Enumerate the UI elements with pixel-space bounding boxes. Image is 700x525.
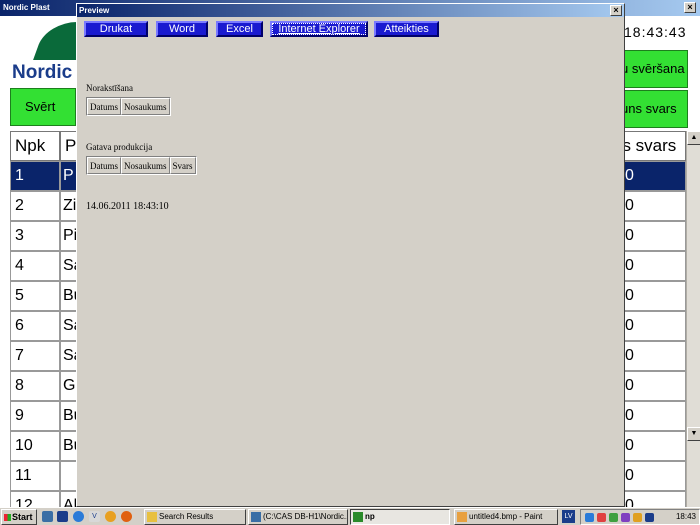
task-cas-db[interactable]: (C:\CAS DB-H1\Nordic... [248, 509, 348, 525]
cell-npk: 9 [10, 401, 60, 431]
scroll-up-icon[interactable]: ▲ [687, 131, 700, 145]
col-nosaukums: Nosaukums [121, 98, 170, 115]
task-np[interactable]: np [350, 509, 450, 525]
internet-explorer-button[interactable]: Internet Explorer [270, 21, 368, 37]
windows-flag-icon [4, 514, 11, 522]
cell-svars: 0 [624, 431, 686, 461]
cell-npk: 4 [10, 251, 60, 281]
clock: 18:43:43 [624, 24, 687, 40]
cell-npk: 5 [10, 281, 60, 311]
col-svars: Svars [169, 157, 196, 174]
language-indicator[interactable]: LV [562, 510, 575, 523]
cell-svars: 0 [624, 251, 686, 281]
cell-svars: 0 [624, 461, 686, 491]
preview-dialog: Preview × Drukat Word Excel Internet Exp… [76, 3, 625, 507]
firefox-icon[interactable] [121, 511, 132, 522]
folder-search-icon [147, 512, 157, 522]
start-button[interactable]: Start [1, 509, 37, 525]
bg-close-icon[interactable]: × [684, 2, 696, 13]
bg-scrollbar[interactable]: ▲ ▼ [686, 131, 700, 507]
paint-icon [457, 512, 467, 522]
section-gatava-title: Gatava produkcija [86, 142, 153, 152]
section-norakstisana-title: Norakstīšana [86, 83, 133, 93]
excel-button[interactable]: Excel [216, 21, 263, 37]
taskbar: Start V Search Results (C:\CAS DB-H1\Nor… [0, 507, 700, 525]
col-datums: Datums [87, 157, 121, 174]
gatava-table-header: Datums Nosaukums Svars [86, 156, 197, 175]
cell-svars: 0 [624, 311, 686, 341]
col-nosaukums: Nosaukums [121, 157, 170, 174]
task-search-results[interactable]: Search Results [144, 509, 246, 525]
task-paint[interactable]: untitled4.bmp - Paint [454, 509, 558, 525]
dialog-titlebar: Preview × [77, 4, 624, 17]
word-button[interactable]: Word [156, 21, 208, 37]
np-app-icon [353, 512, 363, 522]
cell-npk: 6 [10, 311, 60, 341]
dialog-title: Preview [79, 6, 110, 15]
app-window-icon [251, 512, 261, 522]
scroll-down-icon[interactable]: ▼ [687, 427, 700, 441]
app-quicklaunch-icon[interactable] [57, 511, 68, 522]
tray-clock: 18:43 [675, 512, 696, 521]
cell-npk: 3 [10, 221, 60, 251]
tray-app-icon[interactable] [609, 513, 618, 522]
cell-svars: 0 [624, 221, 686, 251]
tray-app-icon[interactable] [621, 513, 630, 522]
col-datums: Datums [87, 98, 121, 115]
col-header-npk[interactable]: Npk [10, 131, 60, 161]
norakstisana-table-header: Datums Nosaukums [86, 97, 171, 116]
tray-vc-icon[interactable] [645, 513, 654, 522]
cell-npk: 8 [10, 371, 60, 401]
cell-svars: 0 [624, 341, 686, 371]
cell-svars: 0 [624, 191, 686, 221]
cell-svars: 0 [624, 401, 686, 431]
cell-npk: 11 [10, 461, 60, 491]
svert-button[interactable]: Svērt [10, 88, 76, 126]
cell-npk: 2 [10, 191, 60, 221]
cell-npk: 7 [10, 341, 60, 371]
bg-window-title: Nordic Plast [3, 3, 50, 12]
report-timestamp: 14.06.2011 18:43:10 [86, 201, 169, 212]
desktop: Nordic Plast × Nordic Svērt 18:43:43 u s… [0, 0, 700, 525]
desktop-icon[interactable] [42, 511, 53, 522]
logo-text: Nordic [12, 62, 73, 83]
cell-svars: 0 [624, 161, 686, 191]
cell-svars: 0 [624, 371, 686, 401]
vc-icon[interactable]: V [89, 511, 100, 522]
chrome-icon[interactable] [105, 511, 116, 522]
tray-volume-icon[interactable] [633, 513, 642, 522]
tray-security-icon[interactable] [597, 513, 606, 522]
system-tray: 18:43 [580, 509, 700, 525]
cell-npk: 10 [10, 431, 60, 461]
drukat-button[interactable]: Drukat [84, 21, 148, 37]
start-label: Start [12, 512, 33, 522]
cell-npk: 1 [10, 161, 60, 191]
atteikties-button[interactable]: Atteikties [374, 21, 439, 37]
dialog-close-icon[interactable]: × [610, 5, 622, 16]
tray-network-icon[interactable] [585, 513, 594, 522]
ie-icon[interactable] [73, 511, 84, 522]
cell-svars: 0 [624, 281, 686, 311]
